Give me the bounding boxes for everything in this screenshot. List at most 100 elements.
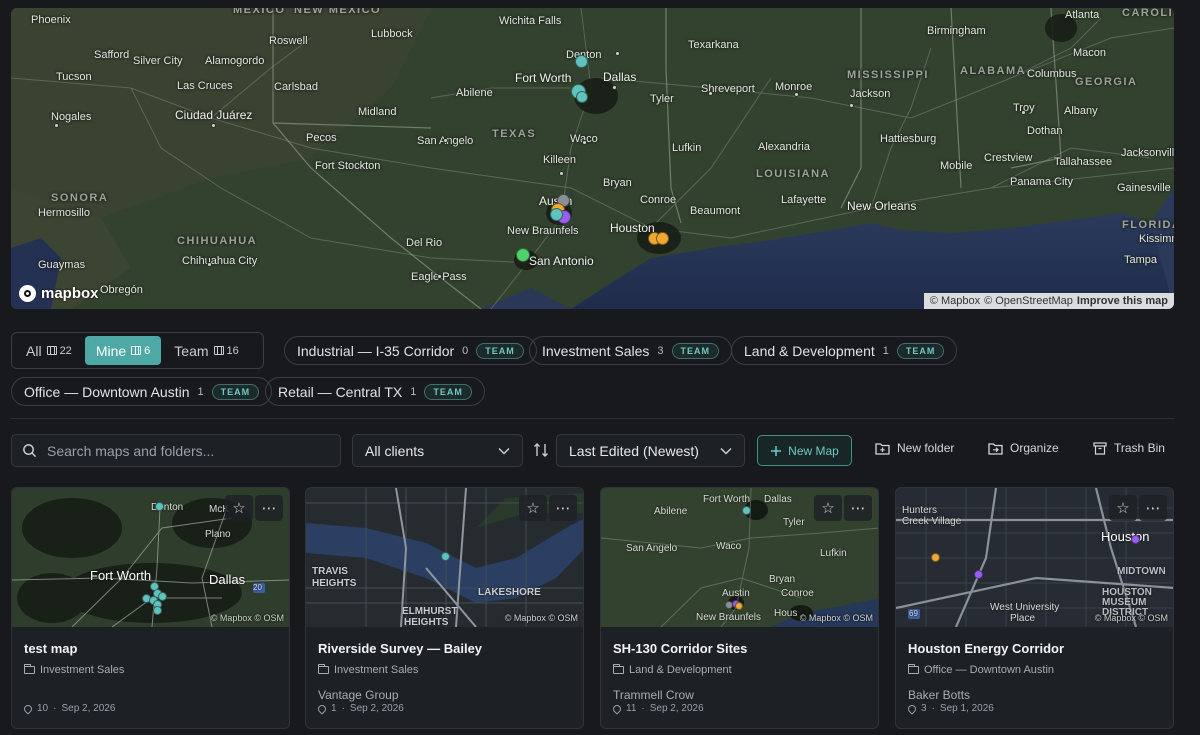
map-pin-teal[interactable] [155,502,164,511]
trash-bin-button[interactable]: Trash Bin [1093,441,1165,455]
map-label-city: Killeen [543,154,577,166]
map-attribution: © Mapbox © OpenStreetMap Improve this ma… [923,293,1174,309]
card-title[interactable]: test map [24,641,277,656]
map-label-city: Houston [610,221,655,235]
mapbox-logo-icon [19,285,36,302]
map-pin-green[interactable] [516,248,530,262]
map-label-state: GEORGIA [1075,76,1138,88]
search-box[interactable] [11,434,341,467]
card-folder: Investment Sales [23,664,277,676]
map-pin-orange[interactable] [735,602,743,610]
more-options-icon[interactable]: ⋯ [549,495,577,521]
more-options-icon[interactable]: ⋯ [1139,495,1167,521]
folder-icon [23,664,35,674]
map-label-city: Guaymas [38,259,86,271]
team-badge: TEAM [211,383,260,400]
location-pin-icon [316,702,328,715]
search-input[interactable] [47,442,327,459]
trash-icon [1093,442,1107,455]
folder-plus-icon [875,442,890,455]
map-label-city: Silver City [133,55,183,67]
filter-mine[interactable]: Mine 6 [84,336,162,365]
map-card[interactable]: Fort Worth Dallas Abilene Tyler San Ange… [600,487,879,729]
map-label-city: Wichita Falls [499,15,562,27]
map-label-city: Jacksonville [1121,147,1174,159]
map-label-city: Fort Worth [515,71,572,85]
map-thumbnail[interactable]: Fort Worth Dallas Abilene Tyler San Ange… [601,488,878,627]
card-client: Trammell Crow [613,688,694,702]
map-pin-teal[interactable] [441,552,450,561]
more-options-icon[interactable]: ⋯ [255,495,283,521]
map-label-city: Hermosillo [38,207,90,219]
improve-map-link[interactable]: Improve this map [1077,295,1168,307]
map-label-city: Monroe [775,81,813,93]
map-pin-teal[interactable] [576,91,588,103]
map-label-state: MISSISSIPPI [847,69,929,81]
folder-chip-industrial[interactable]: Industrial — I-35 Corridor 0 TEAM [284,336,537,365]
card-title[interactable]: SH-130 Corridor Sites [613,641,866,656]
map-pin-teal[interactable] [742,506,751,515]
map-card[interactable]: Denton McK Plano Fort Worth Dallas 20 ☆ ⋯… [11,487,290,729]
new-folder-button[interactable]: New folder [875,441,954,455]
map-label-city: Phoenix [31,14,71,26]
sort-select[interactable]: Last Edited (Newest) [556,434,745,467]
new-map-button[interactable]: New Map [757,435,852,466]
favorite-star-icon[interactable]: ☆ [225,495,253,521]
map-pin-teal[interactable] [153,606,162,615]
map-pin-teal[interactable] [575,55,588,68]
plus-icon [771,445,782,456]
favorite-star-icon[interactable]: ☆ [814,495,842,521]
favorite-star-icon[interactable]: ☆ [519,495,547,521]
osm-attrib-link[interactable]: © OpenStreetMap [984,295,1073,307]
map-label-city: Lafayette [781,194,827,206]
team-badge: TEAM [671,342,720,359]
map-label-city: Chihuahua City [182,255,258,267]
favorite-star-icon[interactable]: ☆ [1109,495,1137,521]
map-card[interactable]: TRAVIS HEIGHTS ELMHURST HEIGHTS LAKESHOR… [305,487,584,729]
overview-map[interactable]: MEXICO NEW MEXICO TEXAS LOUISIANA MISSIS… [11,8,1174,309]
card-folder: Office — Downtown Austin [907,664,1161,676]
map-pin-orange[interactable] [931,553,940,562]
search-icon [23,444,37,458]
map-label-city: Fort Stockton [315,160,381,172]
map-label-state: CHIHUAHUA [177,235,258,247]
map-thumbnail[interactable]: TRAVIS HEIGHTS ELMHURST HEIGHTS LAKESHOR… [306,488,583,627]
folder-chip-investment-sales[interactable]: Investment Sales 3 TEAM [529,336,733,365]
folder-chip-retail[interactable]: Retail — Central TX 1 TEAM [265,377,485,406]
map-pin-purple[interactable] [1131,535,1140,544]
map-label-state: CAROLINA [1122,8,1174,19]
map-label-city: Safford [94,49,130,61]
card-meta: 3 · Sep 1, 2026 [906,702,994,715]
map-thumbnail[interactable]: Denton McK Plano Fort Worth Dallas 20 ☆ ⋯… [12,488,289,627]
card-title[interactable]: Houston Energy Corridor [908,641,1161,656]
map-label-city: Conroe [640,194,677,206]
mapbox-attrib-link[interactable]: © Mapbox [930,295,980,307]
mapbox-logo[interactable]: mapbox [19,285,99,302]
filter-all[interactable]: All 22 [15,336,83,365]
folder-chip-land-development[interactable]: Land & Development 1 TEAM [731,336,958,365]
sort-direction-icon[interactable] [533,442,549,458]
map-card[interactable]: Hunters Creek Village Houston MIDTOWN HO… [895,487,1174,729]
chevron-down-icon [498,447,510,455]
map-label-city: Del Rio [406,237,443,249]
map-pin-purple[interactable] [974,570,983,579]
more-options-icon[interactable]: ⋯ [844,495,872,521]
map-label-city: Lubbock [371,28,413,40]
map-label-city: Abilene [456,87,493,99]
filter-team[interactable]: Team 16 [163,336,249,365]
ownership-filter: All 22 Mine 6 Team 16 [11,332,264,369]
map-label-city: Alamogordo [205,55,265,67]
map-label-city: Crestview [984,152,1033,164]
map-label-city: Atlanta [1065,9,1100,21]
map-pin-teal[interactable] [550,208,563,221]
organize-button[interactable]: Organize [988,441,1059,455]
map-pin-orange[interactable] [656,232,669,245]
map-label-city: Dallas [603,70,637,84]
map-label-state: TEXAS [492,128,537,140]
folder-chip-office-downtown[interactable]: Office — Downtown Austin 1 TEAM [11,377,273,406]
card-title[interactable]: Riverside Survey — Bailey [318,641,571,656]
card-folder: Investment Sales [317,664,571,676]
folder-icon [907,664,919,674]
map-thumbnail[interactable]: Hunters Creek Village Houston MIDTOWN HO… [896,488,1173,627]
client-select[interactable]: All clients [352,434,523,467]
